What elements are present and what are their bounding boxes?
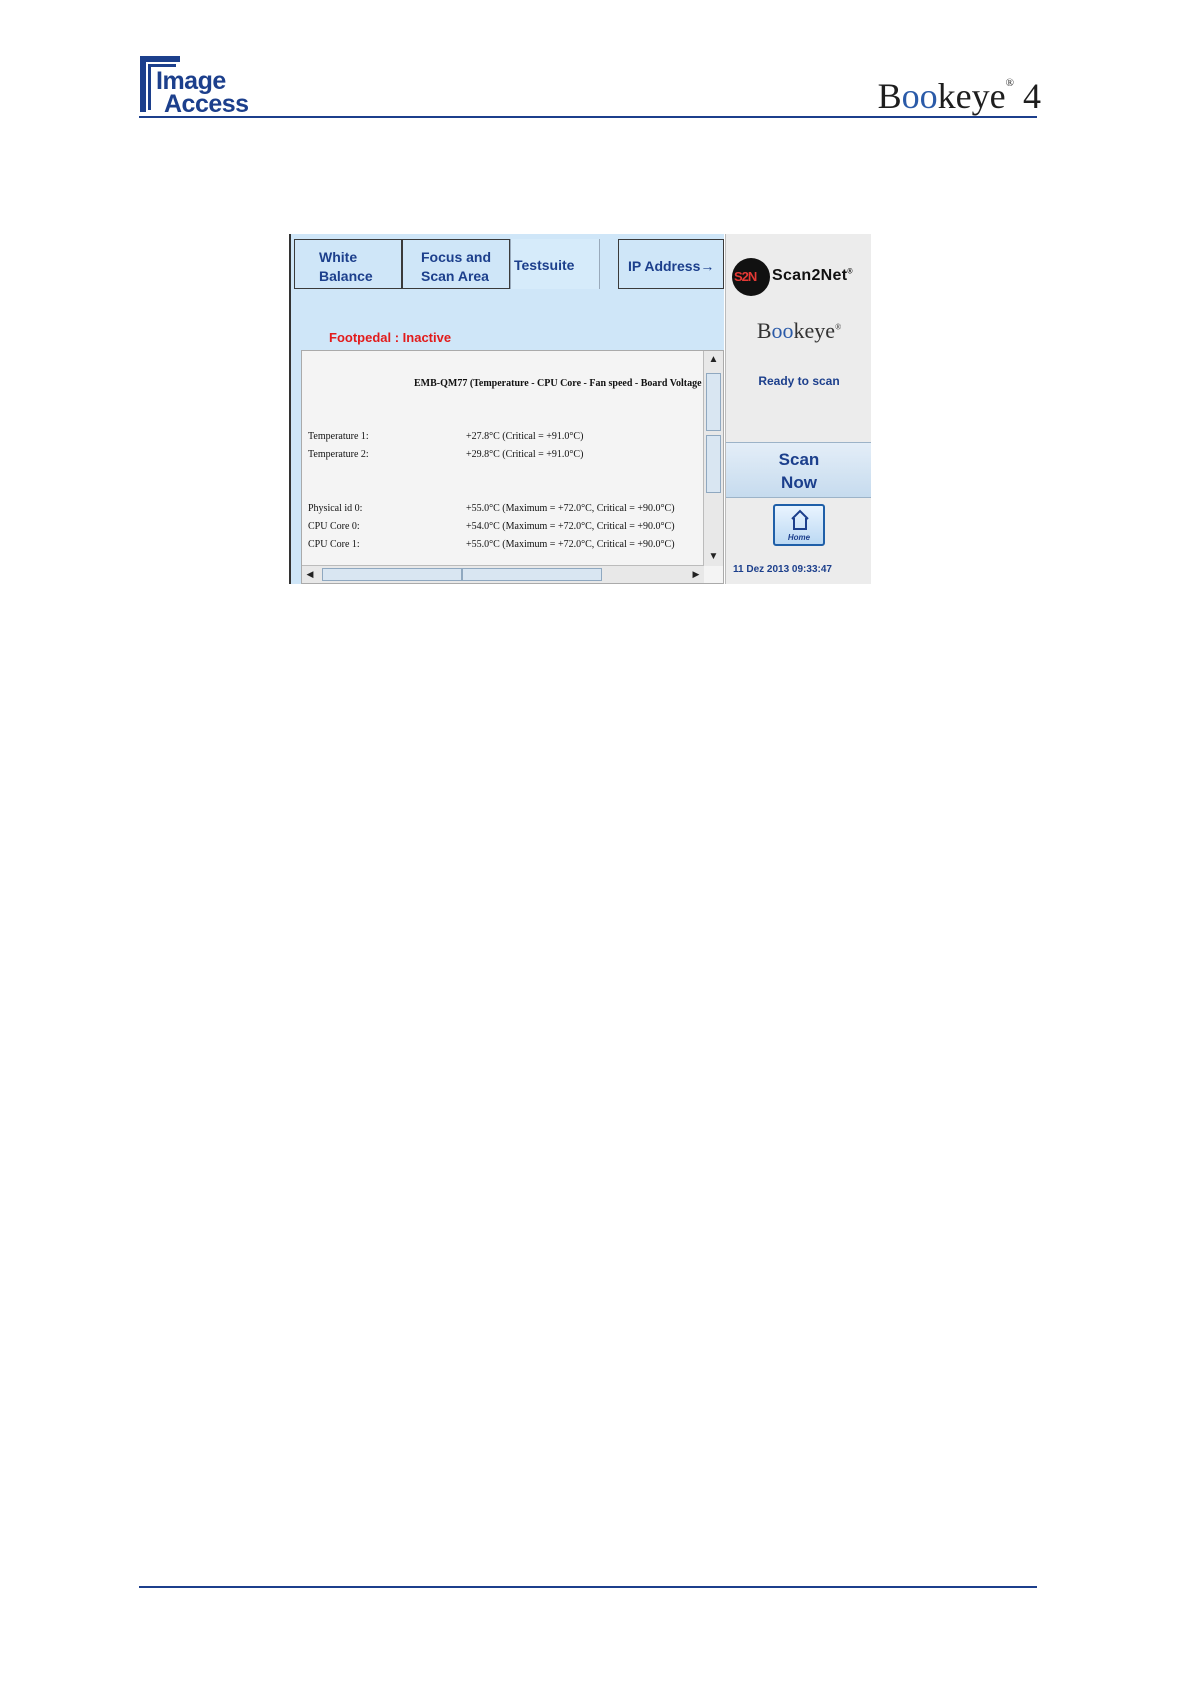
log-row: Physical id 0: +55.0°C (Maximum = +72.0°C… [308, 503, 675, 514]
tab-label-line1: Focus and [421, 249, 492, 265]
scan-now-button[interactable]: Scan Now [726, 442, 871, 498]
log-value: +55.0°C (Maximum = +72.0°C, Critical = +… [466, 539, 675, 550]
tab-focus-scan-area[interactable]: Focus and Scan Area [402, 239, 510, 289]
tab-label: IP Address→ [628, 258, 715, 274]
scan2net-brand: Scan2Net [772, 267, 848, 284]
scroll-thumb[interactable] [706, 373, 721, 431]
log-row: CPU Core 1: +55.0°C (Maximum = +72.0°C, C… [308, 539, 675, 550]
tab-label-line2: Scan Area [421, 268, 489, 284]
footer-rule [139, 1586, 1037, 1588]
main-panel: White Balance Focus and Scan Area Testsu… [291, 234, 724, 584]
home-label: Home [787, 533, 811, 542]
bookeye-logo-oo: oo [901, 76, 938, 116]
scroll-right-icon[interactable]: ▶ [688, 566, 704, 583]
tab-ip-address[interactable]: IP Address→ [618, 239, 724, 289]
log-row: Temperature 2: +29.8°C (Critical = +91.0°… [308, 449, 583, 460]
tab-white-balance[interactable]: White Balance [294, 239, 402, 289]
log-value: +27.8°C (Critical = +91.0°C) [466, 431, 584, 442]
tab-testsuite[interactable]: Testsuite [510, 239, 600, 289]
log-row: Temperature 1: +27.8°C (Critical = +91.0°… [308, 431, 583, 442]
log-key: Temperature 2: [308, 449, 369, 460]
bookeye-logo-keye: keye [937, 76, 1006, 116]
scan-now-line1: Scan [778, 450, 820, 469]
bookeye-b: B [756, 318, 772, 343]
log-row: CPU Core 0: +54.0°C (Maximum = +72.0°C, C… [308, 521, 675, 532]
home-icon [791, 509, 809, 530]
bookeye-logo-version: 4 [1023, 76, 1041, 116]
s2n-badge-text: S2N [734, 269, 757, 284]
log-key: Temperature 1: [308, 431, 369, 442]
bookeye-logo-registered: ® [1005, 77, 1014, 89]
log-key: Physical id 0: [308, 503, 363, 514]
screenshot-left-border [289, 234, 291, 584]
log-key: CPU Core 0: [308, 521, 360, 532]
scroll-left-icon[interactable]: ◀ [302, 566, 318, 583]
scroll-thumb[interactable] [322, 568, 462, 581]
bookeye-registered: ® [835, 322, 842, 332]
tab-label-line1: White [319, 249, 358, 265]
logo-word-access: Access [164, 90, 249, 118]
bookeye-logo: Bookeye® [726, 318, 871, 344]
scanner-status: Ready to scan [758, 374, 840, 388]
log-key: CPU Core 1: [308, 539, 360, 550]
log-value: +55.0°C (Maximum = +72.0°C, Critical = +… [466, 503, 675, 514]
log-title: EMB-QM77 (Temperature - CPU Core - Fan s… [414, 378, 702, 389]
bookeye-keye: keye [793, 318, 836, 343]
tab-label-line2: Balance [319, 268, 373, 284]
image-access-logo: Image Access [140, 56, 250, 118]
scan-now-line2: Now [781, 473, 817, 492]
home-button[interactable]: Home [773, 504, 825, 546]
scroll-track-segment[interactable] [462, 568, 602, 581]
log-value: +29.8°C (Critical = +91.0°C) [466, 449, 584, 460]
scroll-track-segment[interactable] [706, 435, 721, 493]
scan2net-registered: ® [847, 268, 853, 276]
vertical-scrollbar[interactable]: ▲ ▼ [703, 351, 723, 566]
testsuite-log-panel[interactable]: EMB-QM77 (Temperature - CPU Core - Fan s… [301, 350, 724, 584]
scroll-up-icon[interactable]: ▲ [704, 351, 723, 369]
horizontal-scrollbar[interactable]: ◀ ▶ [302, 565, 704, 583]
scan2net-badge: S2N [732, 258, 770, 296]
tab-label: Testsuite [514, 257, 575, 273]
bookeye-oo: oo [771, 318, 794, 343]
scroll-down-icon[interactable]: ▼ [704, 548, 723, 566]
scanner-ui-screenshot: White Balance Focus and Scan Area Testsu… [289, 234, 871, 584]
scan2net-wordmark: Scan2Net® [772, 267, 853, 285]
footpedal-status: Footpedal : Inactive [329, 330, 452, 345]
side-panel: S2N Scan2Net® Bookeye® Ready to scan Sca… [725, 234, 871, 584]
log-text-area: EMB-QM77 (Temperature - CPU Core - Fan s… [302, 351, 702, 566]
bookeye-4-logo: Bookeye® 4 [878, 76, 1041, 116]
header-rule [139, 116, 1037, 118]
bookeye-logo-b: B [877, 76, 902, 116]
log-value: +54.0°C (Maximum = +72.0°C, Critical = +… [466, 521, 675, 532]
datetime: 11 Dez 2013 09:33:47 [733, 564, 832, 575]
